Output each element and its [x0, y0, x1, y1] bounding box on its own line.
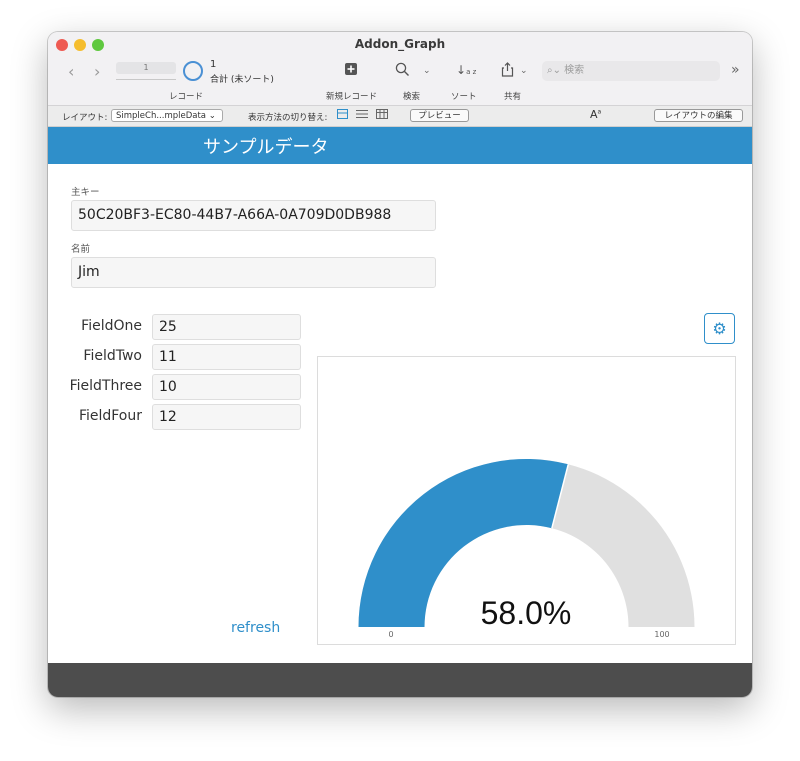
field-two-label: FieldTwo — [83, 348, 142, 364]
layout-content: サンプルデータ 主キー 50C20BF3-EC80-44B7-A66A-0A70… — [48, 127, 752, 663]
find-menu-chevron-icon[interactable]: ⌄ — [423, 66, 431, 76]
title-bar: Addon_Graph ‹ › 1 1 合計 (未ソート) レコード 新規レコー… — [48, 32, 752, 106]
preview-button[interactable]: プレビュー — [410, 109, 469, 122]
record-total: 合計 (未ソート) — [210, 75, 274, 85]
field-three-input[interactable]: 10 — [152, 374, 301, 400]
field-one-input[interactable]: 25 — [152, 314, 301, 340]
field-one-label: FieldOne — [81, 318, 142, 334]
gauge-svg: 58.0% 0 100 — [358, 459, 695, 639]
gear-icon: ⚙ — [712, 319, 727, 338]
field-two-input[interactable]: 11 — [152, 344, 301, 370]
gauge-min-label: 0 — [388, 630, 393, 639]
field-three-label: FieldThree — [69, 378, 142, 394]
slider-track — [116, 79, 176, 80]
new-record-icon[interactable] — [345, 62, 357, 78]
record-slider[interactable]: 1 — [116, 62, 176, 74]
record-progress-icon — [183, 61, 203, 81]
page-title: サンプルデータ — [203, 137, 329, 158]
layout-select-value: SimpleCh...mpleData — [116, 111, 207, 121]
layout-label: レイアウト: — [62, 113, 108, 123]
find-label: 検索 — [403, 92, 421, 102]
new-record-label: 新規レコード — [326, 92, 378, 102]
chevron-down-icon: ⌄ — [208, 111, 216, 121]
quick-find-search-input[interactable]: ⌕⌄ 検索 — [542, 61, 720, 81]
primary-key-label: 主キー — [71, 187, 100, 198]
record-number: 1 — [210, 59, 217, 70]
status-footer — [48, 663, 752, 697]
gauge-value-label: 58.0% — [481, 595, 572, 631]
table-view-icon[interactable] — [376, 109, 388, 122]
find-icon[interactable] — [395, 62, 410, 80]
toolbar-overflow-icon[interactable]: » — [731, 62, 740, 78]
sort-icon[interactable]: ↓a z — [456, 62, 476, 80]
gauge-chart: 58.0% 0 100 — [317, 356, 736, 645]
layout-select[interactable]: SimpleCh...mpleData ⌄ — [111, 109, 223, 122]
name-label: 名前 — [71, 244, 91, 255]
previous-record-icon[interactable]: ‹ — [68, 62, 74, 81]
field-four-label: FieldFour — [78, 408, 142, 424]
name-field[interactable]: Jim — [71, 257, 436, 288]
primary-key-field[interactable]: 50C20BF3-EC80-44B7-A66A-0A709D0DB988 — [71, 200, 436, 231]
sort-label: ソート — [451, 92, 477, 102]
layout-bar: レイアウト: SimpleCh...mpleData ⌄ 表示方法の切り替え: … — [48, 106, 752, 127]
field-four-input[interactable]: 12 — [152, 404, 301, 430]
window-title: Addon_Graph — [354, 37, 446, 51]
list-view-icon[interactable] — [356, 109, 368, 122]
next-record-icon[interactable]: › — [94, 62, 100, 81]
search-placeholder: 検索 — [564, 65, 585, 76]
header-band: サンプルデータ — [48, 127, 752, 164]
text-format-icon[interactable]: Aa — [590, 108, 601, 121]
refresh-button[interactable]: refresh — [231, 620, 280, 636]
chart-settings-button[interactable]: ⚙ — [704, 313, 735, 344]
search-icon: ⌕⌄ — [547, 65, 561, 76]
share-label: 共有 — [504, 92, 522, 102]
edit-layout-button[interactable]: レイアウトの編集 — [654, 109, 743, 122]
form-view-icon[interactable] — [337, 109, 348, 122]
view-as-label: 表示方法の切り替え: — [248, 113, 328, 123]
share-icon[interactable] — [501, 62, 514, 80]
app-window: Addon_Graph ‹ › 1 1 合計 (未ソート) レコード 新規レコー… — [48, 32, 752, 697]
share-menu-chevron-icon[interactable]: ⌄ — [520, 66, 528, 76]
gauge-max-label: 100 — [654, 630, 669, 639]
records-label: レコード — [169, 92, 204, 102]
